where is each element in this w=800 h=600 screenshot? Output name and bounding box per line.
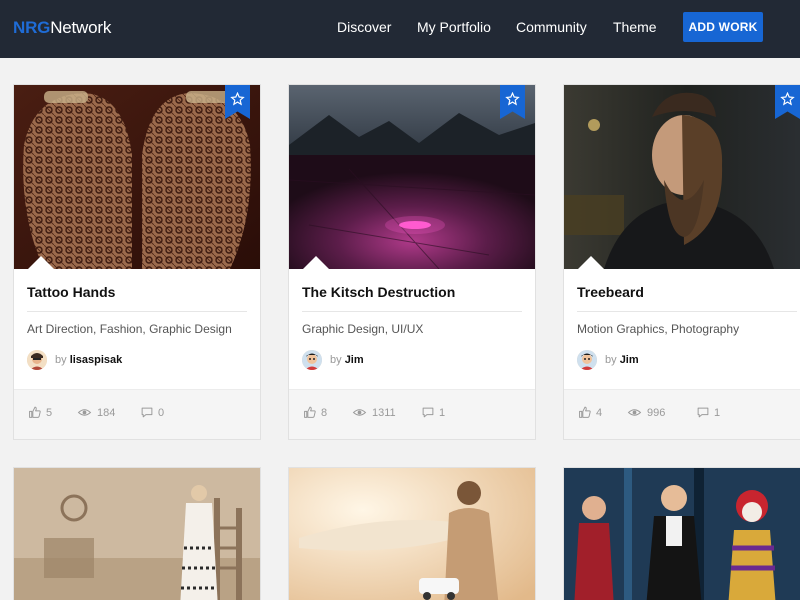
likes-count: 5 (46, 407, 53, 419)
tag-link[interactable]: Graphic Design (149, 322, 232, 336)
star-icon (780, 92, 795, 106)
project-thumbnail[interactable] (564, 85, 800, 269)
views-count: 184 (97, 407, 116, 419)
nav-my-portfolio[interactable]: My Portfolio (417, 19, 491, 35)
divider (302, 311, 522, 312)
likes-count: 8 (321, 407, 328, 419)
card-stats: 5 184 0 (14, 389, 260, 439)
fashion-set-image (14, 468, 260, 600)
speech-bubble-icon (422, 407, 434, 418)
tag-link[interactable]: Photography (671, 322, 739, 336)
tag-link[interactable]: Motion Graphics (577, 322, 664, 336)
nav-theme[interactable]: Theme (613, 19, 657, 35)
comments-count: 1 (714, 407, 721, 419)
project-thumbnail[interactable] (564, 468, 800, 600)
project-title[interactable]: The Kitsch Destruction (302, 284, 455, 300)
project-tags: Graphic Design, UI/UX (302, 322, 424, 336)
eye-icon (627, 409, 642, 416)
circus-image (564, 468, 800, 600)
card-pointer (28, 256, 54, 269)
likes-count: 4 (596, 407, 603, 419)
tag-link[interactable]: UI/UX (391, 322, 423, 336)
thumbs-up-icon (29, 406, 41, 418)
kitsch-destruction-image (289, 85, 535, 269)
comments-count: 1 (439, 407, 446, 419)
top-navigation-bar: NRGNetwork Discover My Portfolio Communi… (0, 0, 800, 58)
project-tags: Art Direction, Fashion, Graphic Design (27, 322, 232, 336)
project-card[interactable]: Tattoo Hands Art Direction, Fashion, Gra… (13, 84, 261, 440)
star-icon (230, 92, 245, 106)
star-icon (505, 92, 520, 106)
tag-link[interactable]: Fashion (100, 322, 143, 336)
avatar[interactable] (302, 350, 322, 370)
add-work-button[interactable]: ADD WORK (683, 12, 763, 42)
project-title[interactable]: Tattoo Hands (27, 284, 115, 300)
project-card[interactable] (13, 467, 261, 600)
nav-discover[interactable]: Discover (337, 19, 391, 35)
logo[interactable]: NRGNetwork (13, 18, 111, 38)
by-label: by (605, 354, 617, 366)
avatar[interactable] (27, 350, 47, 370)
card-pointer (578, 256, 604, 269)
project-card[interactable]: Treebeard Motion Graphics, Photography b… (563, 84, 800, 440)
author-name[interactable]: lisaspisak (70, 354, 123, 366)
author-name[interactable]: Jim (620, 354, 639, 366)
tattoo-hands-image (14, 85, 260, 269)
views-count: 1311 (372, 407, 396, 419)
thumbs-up-icon (579, 406, 591, 418)
by-label: by (55, 354, 67, 366)
project-thumbnail[interactable] (14, 85, 260, 269)
card-stats: 4 996 1 (564, 389, 800, 439)
views-count: 996 (647, 407, 666, 419)
logo-network: Network (50, 18, 112, 37)
eye-icon (77, 409, 92, 416)
nav-community[interactable]: Community (516, 19, 587, 35)
speech-bubble-icon (141, 407, 153, 418)
logo-nrg: NRG (13, 18, 51, 37)
tag-link[interactable]: Art Direction (27, 322, 93, 336)
thumbs-up-icon (304, 406, 316, 418)
avatar[interactable] (577, 350, 597, 370)
eye-icon (352, 409, 367, 416)
surfer-image (289, 468, 535, 600)
project-thumbnail[interactable] (14, 468, 260, 600)
author-name[interactable]: Jim (345, 354, 364, 366)
project-thumbnail[interactable] (289, 468, 535, 600)
by-label: by (330, 354, 342, 366)
project-title[interactable]: Treebeard (577, 284, 644, 300)
tag-link[interactable]: Graphic Design (302, 322, 385, 336)
comments-count: 0 (158, 407, 165, 419)
project-card[interactable] (563, 467, 800, 600)
project-thumbnail[interactable] (289, 85, 535, 269)
project-card[interactable]: The Kitsch Destruction Graphic Design, U… (288, 84, 536, 440)
speech-bubble-icon (697, 407, 709, 418)
project-card[interactable] (288, 467, 536, 600)
treebeard-image (564, 85, 800, 269)
card-stats: 8 1311 1 (289, 389, 535, 439)
project-tags: Motion Graphics, Photography (577, 322, 740, 336)
divider (577, 311, 797, 312)
divider (27, 311, 247, 312)
card-pointer (303, 256, 329, 269)
